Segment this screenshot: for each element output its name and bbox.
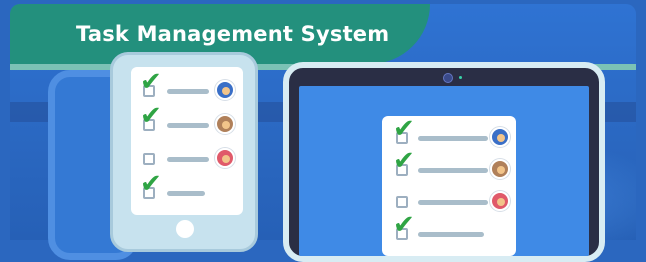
- phone-task-text-placeholder: [167, 191, 205, 196]
- user-avatar-icon: [215, 148, 235, 168]
- tablet-task-checkbox: [396, 196, 408, 208]
- avatar-face: [222, 87, 230, 95]
- banner-title: Task Management System: [76, 22, 390, 46]
- phone-task-row: ✔: [131, 103, 243, 139]
- phone-task-checkbox: [143, 153, 155, 165]
- tablet-task-row: ✔: [382, 212, 516, 248]
- phone-task-list-card: ✔ ✔ ✔: [131, 67, 243, 215]
- user-avatar-icon: [490, 159, 510, 179]
- tablet-task-row: ✔: [382, 148, 516, 184]
- avatar-face: [497, 166, 505, 174]
- avatar-face: [497, 134, 505, 142]
- phone-task-text-placeholder: [167, 123, 209, 128]
- phone-task-text-placeholder: [167, 89, 209, 94]
- tablet-task-text-placeholder: [418, 232, 484, 237]
- user-avatar-icon: [215, 114, 235, 134]
- avatar-face: [497, 198, 505, 206]
- user-avatar-icon: [490, 127, 510, 147]
- checkmark-icon: ✔: [140, 169, 162, 199]
- tablet-indicator-light: [459, 76, 462, 79]
- tablet-camera-icon: [443, 73, 453, 83]
- checkmark-icon: ✔: [140, 101, 162, 131]
- tablet-illustration: ✔ ✔ ✔: [283, 62, 605, 262]
- phone-task-text-placeholder: [167, 157, 209, 162]
- avatar-face: [222, 155, 230, 163]
- tablet-task-list-card: ✔ ✔ ✔: [382, 116, 516, 256]
- tablet-task-text-placeholder: [418, 136, 488, 141]
- phone-task-row: ✔: [131, 171, 243, 207]
- tablet-task-text-placeholder: [418, 200, 488, 205]
- checkmark-icon: ✔: [393, 146, 415, 176]
- user-avatar-icon: [490, 191, 510, 211]
- phone-illustration: ✔ ✔ ✔: [110, 52, 258, 252]
- avatar-face: [222, 121, 230, 129]
- checkmark-icon: ✔: [393, 114, 415, 144]
- phone-home-button: [176, 220, 194, 238]
- user-avatar-icon: [215, 80, 235, 100]
- checkmark-icon: ✔: [140, 67, 162, 97]
- tablet-screen: ✔ ✔ ✔: [299, 86, 589, 256]
- tablet-task-text-placeholder: [418, 168, 488, 173]
- checkmark-icon: ✔: [393, 210, 415, 240]
